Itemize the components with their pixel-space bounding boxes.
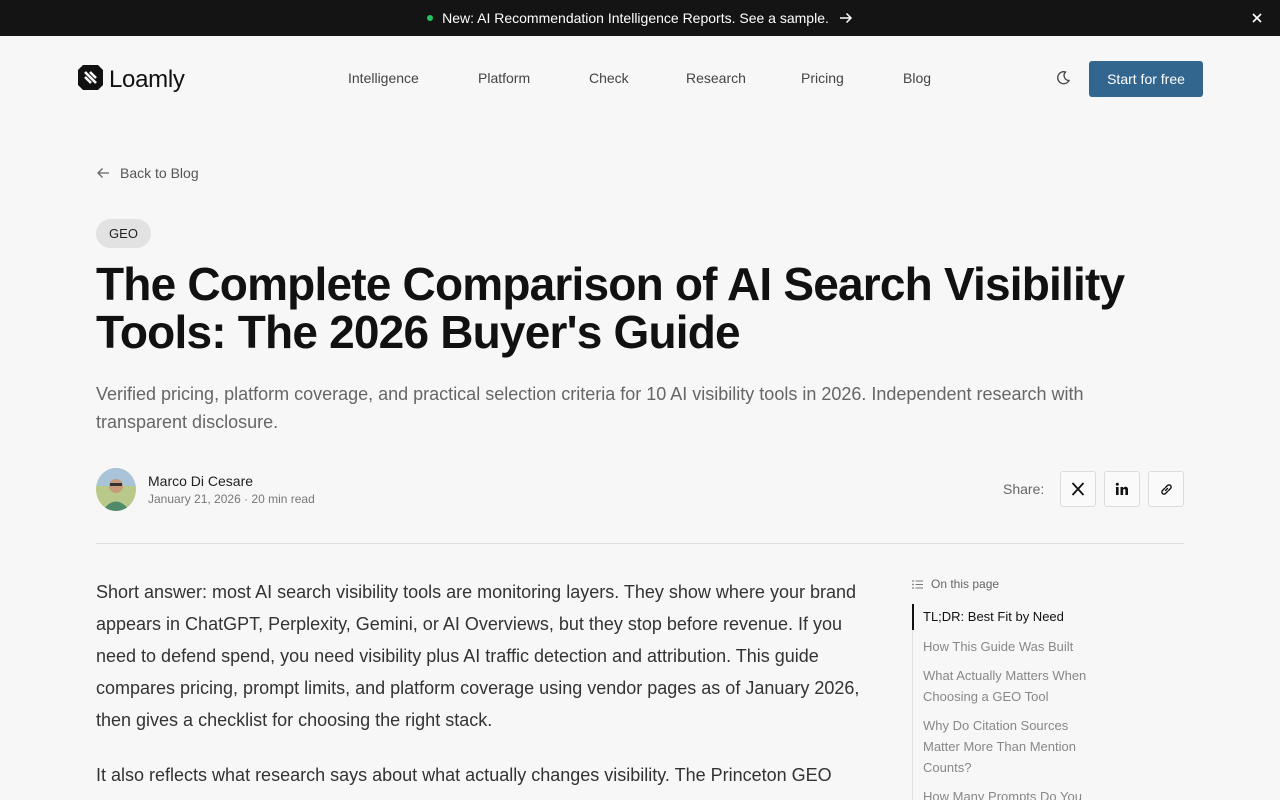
close-icon[interactable] [1250, 11, 1264, 25]
toc-item-how-built[interactable]: How This Guide Was Built [913, 636, 1093, 657]
toc-heading: On this page [912, 576, 1112, 592]
arrow-left-icon [97, 168, 109, 178]
list-icon [912, 579, 923, 589]
article-body: Short answer: most AI search visibility … [96, 576, 876, 800]
nav-intelligence[interactable]: Intelligence [348, 70, 419, 86]
start-for-free-button[interactable]: Start for free [1089, 61, 1203, 97]
avatar [96, 468, 136, 511]
back-to-blog-link[interactable]: Back to Blog [96, 165, 199, 181]
toc-item-citation-sources[interactable]: Why Do Citation Sources Matter More Than… [913, 715, 1093, 778]
nav-platform[interactable]: Platform [478, 70, 530, 86]
x-icon [1072, 482, 1085, 496]
share-bar: Share: [1003, 471, 1185, 507]
logo[interactable]: Loamly [77, 64, 185, 96]
copy-link-button[interactable] [1148, 471, 1185, 507]
logo-text: Loamly [109, 66, 185, 93]
article-paragraph: Short answer: most AI search visibility … [96, 582, 860, 730]
divider [96, 543, 1184, 544]
toc-item-tldr[interactable]: TL;DR: Best Fit by Need [912, 604, 1092, 630]
moon-icon[interactable] [1055, 70, 1071, 86]
toc-heading-label: On this page [931, 577, 1000, 591]
article-title: The Complete Comparison of AI Search Vis… [96, 258, 1125, 358]
share-label: Share: [1003, 481, 1045, 497]
share-x-button[interactable] [1060, 471, 1097, 507]
linkedin-icon [1116, 482, 1129, 495]
nav-blog[interactable]: Blog [903, 70, 931, 86]
author-block: Marco Di Cesare January 21, 2026 · 20 mi… [96, 468, 315, 511]
link-icon [1161, 483, 1172, 495]
logo-mark-icon [77, 64, 104, 96]
arrow-right-icon[interactable] [839, 12, 853, 24]
back-label: Back to Blog [120, 165, 199, 181]
top-navigation: Loamly Intelligence Platform Check Resea… [0, 36, 1280, 120]
table-of-contents: On this page TL;DR: Best Fit by Need How… [912, 576, 1112, 800]
author-name[interactable]: Marco Di Cesare [148, 473, 315, 489]
article-meta: January 21, 2026 · 20 min read [148, 492, 315, 506]
article-paragraph: It also reflects what research says abou… [96, 765, 832, 785]
nav-check[interactable]: Check [589, 70, 629, 86]
announcement-bar: New: AI Recommendation Intelligence Repo… [0, 0, 1280, 36]
nav-research[interactable]: Research [686, 70, 746, 86]
category-tag[interactable]: GEO [96, 219, 151, 248]
toc-item-how-many-prompts[interactable]: How Many Prompts Do You [913, 786, 1093, 800]
toc-item-what-matters[interactable]: What Actually Matters When Choosing a GE… [913, 665, 1093, 707]
status-dot [427, 15, 434, 21]
toc-list: TL;DR: Best Fit by Need How This Guide W… [912, 604, 1112, 800]
announcement-link[interactable]: New: AI Recommendation Intelligence Repo… [442, 10, 829, 26]
article-subtitle: Verified pricing, platform coverage, and… [96, 384, 1084, 432]
nav-pricing[interactable]: Pricing [801, 70, 844, 86]
share-linkedin-button[interactable] [1104, 471, 1141, 507]
